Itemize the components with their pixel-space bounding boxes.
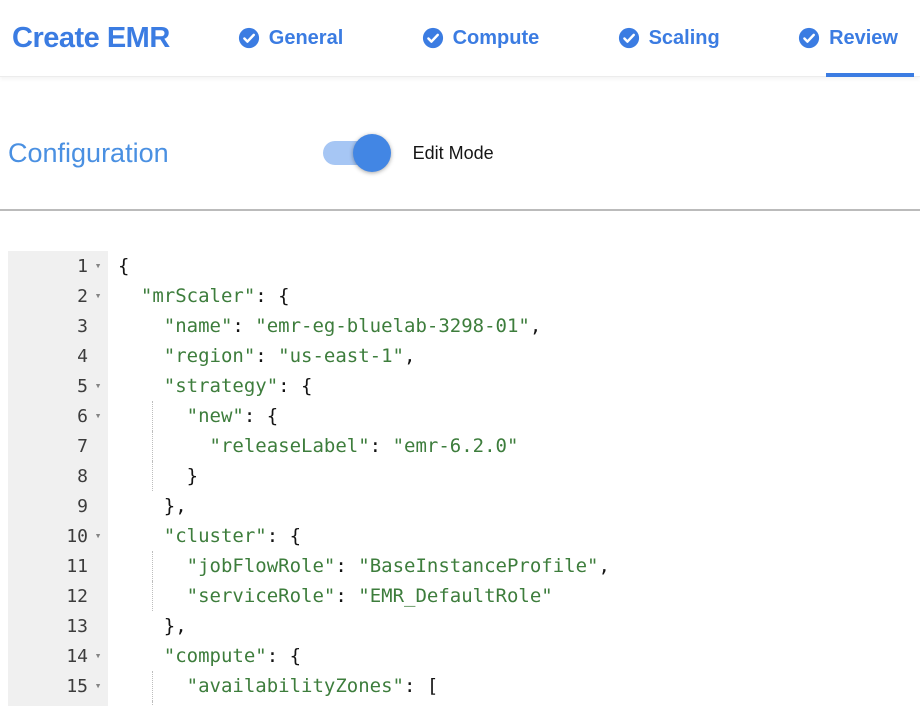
step-review[interactable]: Review (798, 0, 898, 77)
editor-gutter: 1▾2▾345▾6▾78910▾11121314▾15▾16▾ (8, 251, 108, 706)
check-circle-icon (618, 27, 640, 49)
line-number-text: 9 (77, 496, 88, 517)
line-number-text: 15 (66, 676, 88, 697)
line-number: 2▾ (8, 281, 108, 311)
line-number: 8 (8, 461, 108, 491)
line-number-text: 13 (66, 616, 88, 637)
code-line: "serviceRole": "EMR_DefaultRole" (118, 581, 920, 611)
edit-mode-label: Edit Mode (413, 143, 494, 164)
line-number: 11 (8, 551, 108, 581)
line-number: 4 (8, 341, 108, 371)
fold-arrow-icon[interactable]: ▾ (88, 641, 108, 671)
line-number: 16▾ (8, 701, 108, 706)
step-label: Scaling (649, 27, 720, 50)
indent-guide (152, 671, 153, 701)
code-line: }, (118, 611, 920, 641)
section-divider (0, 209, 920, 211)
line-number-text: 8 (77, 466, 88, 487)
code-line: "releaseLabel": "emr-6.2.0" (118, 431, 920, 461)
active-step-underline (826, 73, 914, 77)
line-number-text: 1 (77, 256, 88, 277)
fold-arrow-icon[interactable]: ▾ (88, 281, 108, 311)
indent-guide (152, 401, 153, 431)
line-number-text: 2 (77, 286, 88, 307)
indent-guide (152, 701, 153, 706)
line-number: 5▾ (8, 371, 108, 401)
line-number-text: 6 (77, 406, 88, 427)
code-line: "availabilityZones": [ (118, 671, 920, 701)
step-label: General (269, 27, 343, 50)
indent-guide (152, 581, 153, 611)
json-editor[interactable]: 1▾2▾345▾6▾78910▾11121314▾15▾16▾ { "mrSca… (0, 251, 920, 706)
code-line: "cluster": { (118, 521, 920, 551)
line-number-text: 11 (66, 556, 88, 577)
line-number-text: 7 (77, 436, 88, 457)
step-compute[interactable]: Compute (422, 0, 540, 77)
code-line: "region": "us-east-1", (118, 341, 920, 371)
line-number: 14▾ (8, 641, 108, 671)
line-number: 6▾ (8, 401, 108, 431)
code-line: "compute": { (118, 641, 920, 671)
line-number: 10▾ (8, 521, 108, 551)
indent-guide (152, 431, 153, 461)
fold-arrow-icon[interactable]: ▾ (88, 371, 108, 401)
configuration-bar: Configuration Edit Mode (8, 134, 920, 172)
line-number: 13 (8, 611, 108, 641)
code-line: "jobFlowRole": "BaseInstanceProfile", (118, 551, 920, 581)
code-line: { (118, 251, 920, 281)
line-number-text: 3 (77, 316, 88, 337)
fold-arrow-icon[interactable]: ▾ (88, 251, 108, 281)
step-label: Review (829, 27, 898, 50)
code-line: } (118, 461, 920, 491)
edit-mode-toggle[interactable] (323, 141, 377, 165)
indent-guide (152, 551, 153, 581)
fold-arrow-icon[interactable]: ▾ (88, 401, 108, 431)
code-line: "name": "emr-eg-bluelab-3298-01", (118, 311, 920, 341)
line-number-text: 14 (66, 646, 88, 667)
code-line: "mrScaler": { (118, 281, 920, 311)
check-circle-icon (422, 27, 444, 49)
line-number-text: 10 (66, 526, 88, 547)
line-number-text: 12 (66, 586, 88, 607)
code-line: "strategy": { (118, 371, 920, 401)
editor-code[interactable]: { "mrScaler": { "name": "emr-eg-bluelab-… (108, 251, 920, 706)
wizard-header: Create EMR General Compute Scaling Review (0, 0, 920, 77)
check-circle-icon (798, 27, 820, 49)
toggle-knob (353, 134, 391, 172)
step-scaling[interactable]: Scaling (618, 0, 720, 77)
fold-arrow-icon[interactable]: ▾ (88, 521, 108, 551)
step-general[interactable]: General (238, 0, 343, 77)
wizard-steps: General Compute Scaling Review (238, 0, 898, 77)
page-title: Create EMR (12, 22, 170, 55)
line-number: 12 (8, 581, 108, 611)
code-line: }, (118, 491, 920, 521)
step-label: Compute (453, 27, 540, 50)
code-line: "new": { (118, 401, 920, 431)
fold-arrow-icon[interactable]: ▾ (88, 701, 108, 706)
section-title: Configuration (8, 138, 169, 169)
line-number-text: 4 (77, 346, 88, 367)
check-circle-icon (238, 27, 260, 49)
line-number: 9 (8, 491, 108, 521)
line-number: 3 (8, 311, 108, 341)
code-line: { (118, 701, 920, 706)
line-number: 1▾ (8, 251, 108, 281)
indent-guide (152, 461, 153, 491)
fold-arrow-icon[interactable]: ▾ (88, 671, 108, 701)
line-number: 15▾ (8, 671, 108, 701)
line-number: 7 (8, 431, 108, 461)
line-number-text: 5 (77, 376, 88, 397)
